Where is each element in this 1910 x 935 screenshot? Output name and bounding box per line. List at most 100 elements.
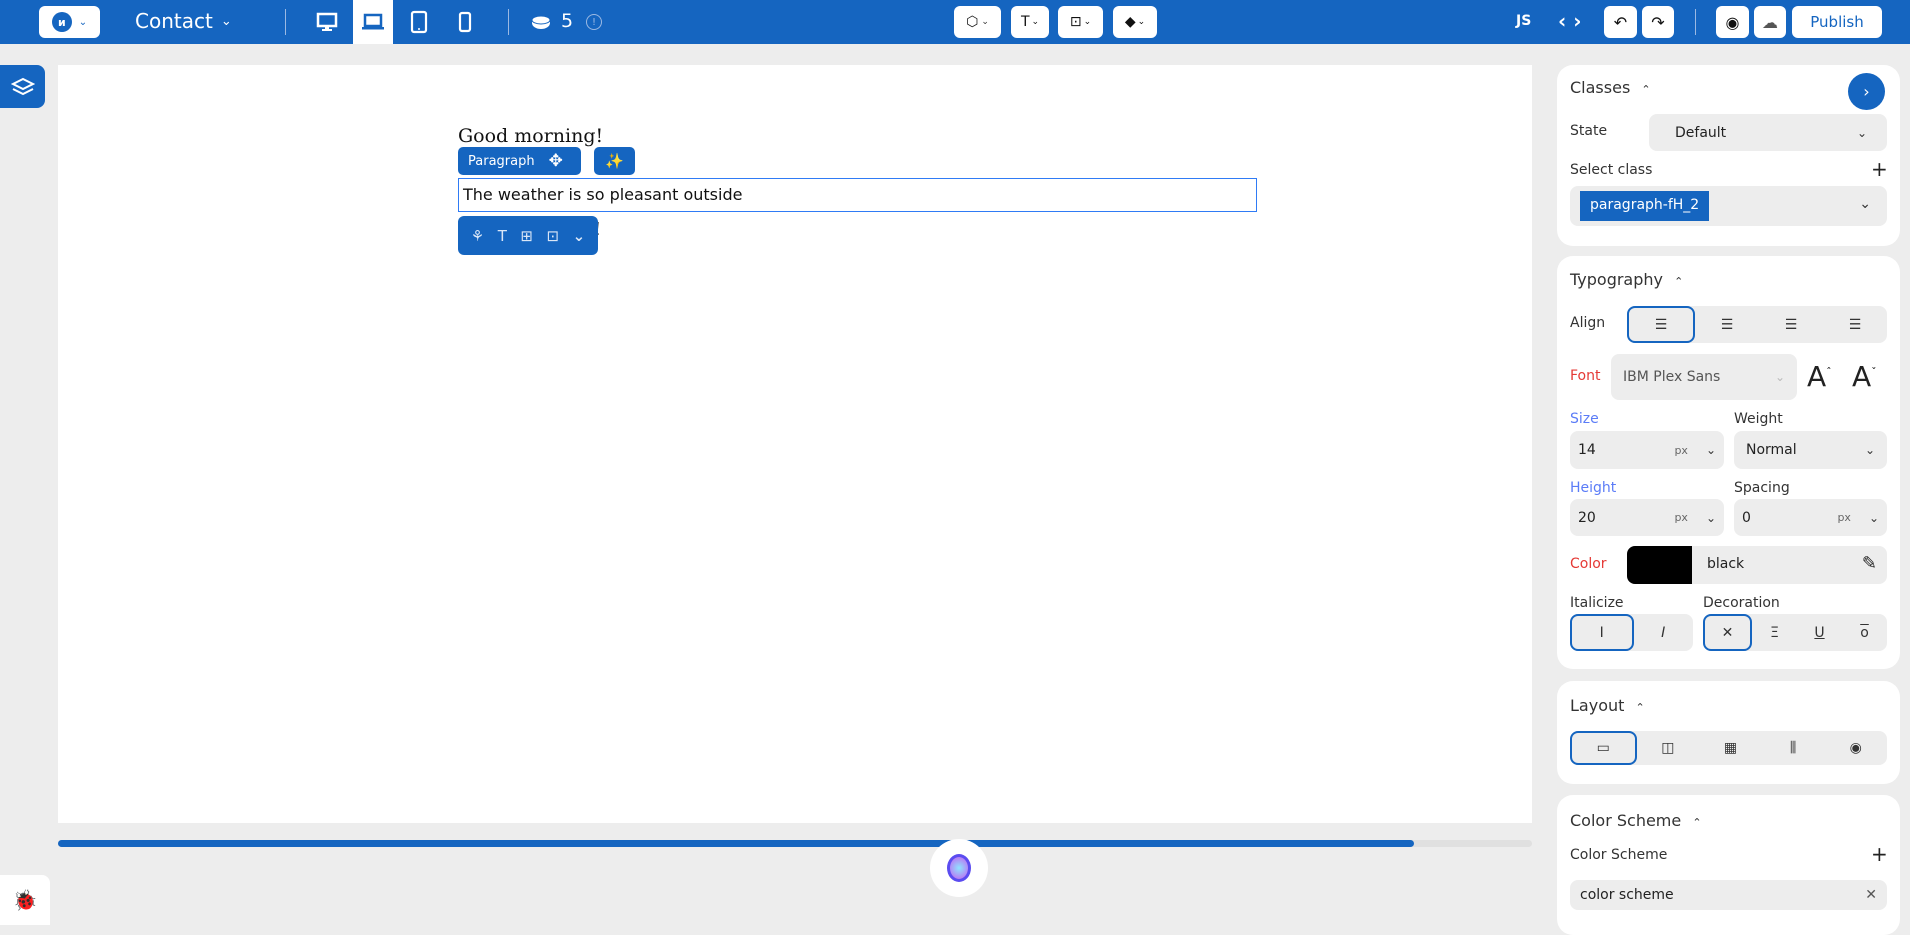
add-box-icon: ⊡ (1069, 14, 1082, 30)
tablet-view-button[interactable] (408, 9, 430, 35)
chevron-down-icon[interactable]: ⌄ (1859, 196, 1871, 212)
chevron-down-icon: ⌄ (220, 13, 232, 29)
text-menu-button[interactable]: T ⌄ (1011, 6, 1049, 38)
align-justify-button[interactable]: ☰ (1823, 306, 1887, 343)
eyedropper-icon[interactable]: ✎ (1862, 553, 1877, 574)
italicize-label: Italicize (1570, 595, 1624, 611)
theme-menu-button[interactable]: ◆ ⌄ (1113, 6, 1157, 38)
laptop-view-button[interactable] (353, 0, 393, 44)
add-class-button[interactable]: + (1871, 157, 1888, 181)
display-none-button[interactable]: ◉ (1824, 731, 1887, 765)
color-swatch[interactable] (1627, 546, 1692, 584)
add-element-menu-button[interactable]: ⊡ ⌄ (1058, 6, 1103, 38)
normal-style-button[interactable]: I (1570, 614, 1634, 651)
chevron-down-icon: ⌄ (1083, 17, 1092, 27)
mobile-view-button[interactable] (456, 10, 474, 34)
collapse-panel-button[interactable]: › (1848, 73, 1885, 110)
heading-text[interactable]: Good morning! (458, 125, 603, 147)
layout-title[interactable]: Layout ⌃ (1570, 696, 1645, 715)
typography-title[interactable]: Typography ⌃ (1570, 270, 1683, 289)
code-icon[interactable]: ‹ › (1558, 9, 1581, 33)
block-icon: ▭ (1596, 740, 1610, 756)
align-right-button[interactable]: ☰ (1759, 306, 1823, 343)
components-menu-button[interactable]: ⬡ ⌄ (954, 6, 1001, 38)
color-scheme-title[interactable]: Color Scheme ⌃ (1570, 811, 1702, 830)
element-toolbar: ⚘ T ⊞ ⊡ ⌄ (458, 216, 598, 255)
letter-spacing-input[interactable]: 0 px ⌄ (1734, 499, 1887, 536)
divider (508, 9, 509, 35)
color-label: Color (1570, 556, 1607, 572)
decoration-label: Decoration (1703, 595, 1780, 611)
chevron-down-icon[interactable]: ⌄ (573, 227, 586, 245)
divider (285, 9, 286, 35)
credits-count: 5 (561, 10, 574, 32)
increase-font-button[interactable]: Aˆ (1807, 360, 1832, 393)
selected-paragraph[interactable]: The weather is so pleasant outside (458, 178, 1257, 212)
line-height-input[interactable]: 20 px ⌄ (1570, 499, 1724, 536)
contrast-icon: ◆ (1124, 14, 1136, 30)
close-icon[interactable]: ✕ (1865, 887, 1877, 903)
cloud-save-button[interactable]: ☁ (1754, 6, 1786, 38)
info-icon[interactable]: ! (586, 14, 602, 30)
decrease-font-button[interactable]: Aˇ (1852, 360, 1877, 393)
italic-button[interactable]: I (1634, 614, 1694, 651)
underline-button[interactable]: U (1797, 614, 1842, 651)
plus-icon: + (1871, 842, 1888, 866)
weight-select[interactable]: Normal ⌄ (1734, 431, 1887, 469)
class-chip[interactable]: paragraph-fH_2 (1580, 191, 1710, 221)
color-scheme-chip[interactable]: color scheme ✕ (1570, 880, 1887, 910)
display-flex-button[interactable]: ◫ (1637, 731, 1700, 765)
credits-icon (531, 12, 551, 32)
element-label-badge[interactable]: Paragraph ✥ (458, 147, 581, 175)
align-group: ☰ ☰ ☰ ☰ (1627, 306, 1887, 343)
font-label: Font (1570, 368, 1601, 384)
font-family-select[interactable]: IBM Plex Sans ⌄ (1611, 354, 1797, 400)
hierarchy-icon[interactable]: ⚘ (471, 227, 484, 245)
display-group: ▭ ◫ ▦ ⫼ ◉ (1570, 731, 1887, 765)
add-color-scheme-button[interactable]: + (1871, 842, 1888, 866)
color-input[interactable]: black ✎ (1627, 546, 1887, 584)
preview-button[interactable]: ◉ (1716, 6, 1749, 38)
scrollbar-thumb[interactable] (58, 840, 1415, 847)
overline-icon: o (1860, 624, 1869, 641)
layers-button[interactable] (0, 65, 45, 108)
desktop-icon (316, 12, 338, 31)
undo-button[interactable]: ↶ (1604, 6, 1637, 38)
divider (1695, 9, 1696, 35)
display-block-button[interactable]: ▭ (1570, 731, 1637, 765)
paragraph-text: The weather is so pleasant outside (463, 185, 743, 204)
state-select[interactable]: Default ⌄ (1649, 114, 1887, 151)
ai-magic-button[interactable]: ✨ (594, 147, 635, 175)
ai-assistant-button[interactable] (930, 839, 988, 897)
align-center-button[interactable]: ☰ (1695, 306, 1759, 343)
display-inline-button[interactable]: ⫼ (1762, 731, 1825, 765)
page-selector[interactable]: Contact ⌄ (135, 9, 232, 33)
publish-button[interactable]: Publish (1792, 6, 1882, 38)
decoration-group: ✕ Ξ U o (1703, 614, 1887, 651)
component-icon: ⬡ (966, 14, 979, 30)
flex-icon: ◫ (1661, 740, 1675, 756)
cloud-check-icon: ☁ (1762, 12, 1778, 32)
spacing-icon[interactable]: ⊡ (547, 227, 560, 245)
js-button[interactable]: JS (1516, 13, 1531, 29)
debug-button[interactable]: 🐞 (0, 875, 50, 925)
logo-menu-button[interactable]: ᴎ ⌄ (39, 6, 100, 38)
desktop-view-button[interactable] (314, 10, 340, 34)
horizontal-scrollbar[interactable] (58, 840, 1532, 847)
classes-title[interactable]: Classes ⌃ (1570, 78, 1651, 97)
ai-orb-icon (947, 854, 971, 882)
no-decoration-button[interactable]: ✕ (1703, 614, 1752, 651)
chevron-down-icon: ⌄ (1031, 17, 1040, 27)
display-grid-button[interactable]: ▦ (1699, 731, 1762, 765)
overline-button[interactable]: o (1842, 614, 1887, 651)
redo-button[interactable]: ↷ (1642, 6, 1674, 38)
align-left-button[interactable]: ☰ (1627, 306, 1695, 343)
plus-icon: + (1871, 157, 1888, 181)
size-input[interactable]: 14 px ⌄ (1570, 431, 1724, 469)
strikethrough-button[interactable]: Ξ (1752, 614, 1797, 651)
class-select[interactable]: paragraph-fH_2 ⌄ (1570, 186, 1887, 226)
text-icon[interactable]: T (498, 227, 507, 245)
layers-icon (10, 77, 35, 95)
layout-icon[interactable]: ⊞ (520, 227, 533, 245)
move-icon[interactable]: ✥ (549, 151, 563, 171)
